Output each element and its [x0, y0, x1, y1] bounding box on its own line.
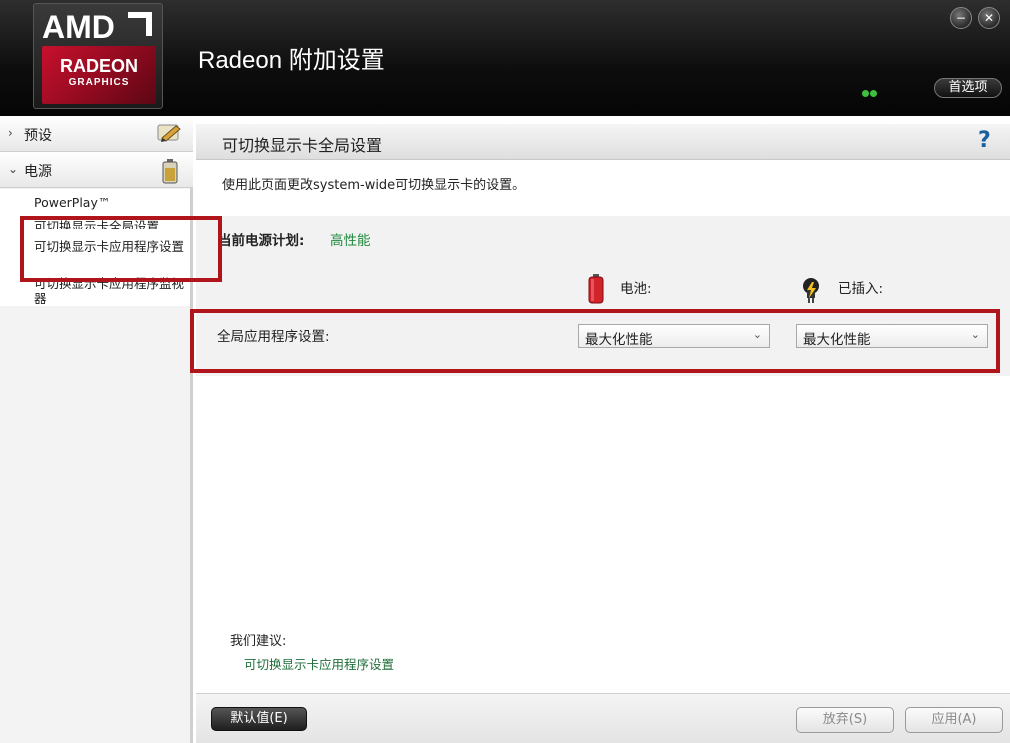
battery-icon	[588, 274, 604, 304]
radeon-logo-text: RADEON	[59, 56, 138, 76]
power-plan-label: 当前电源计划:	[218, 233, 305, 249]
chevron-down-icon: ⌄	[8, 162, 19, 176]
sidebar: › 预设 ⌄ 电源 PowerPlay™ 可切换显示卡全局设置 可切换显示卡应用…	[0, 116, 193, 743]
battery-column-label: 电池:	[620, 281, 652, 297]
battery-icon	[162, 159, 178, 184]
main-panel: 可切换显示卡全局设置 ? 使用此页面更改system-wide可切换显示卡的设置…	[196, 116, 1010, 743]
default-button[interactable]: 默认值(E)	[211, 707, 307, 731]
help-icon[interactable]: ?	[978, 128, 991, 153]
app-title: Radeon 附加设置	[198, 47, 385, 74]
preferences-button[interactable]: 首选项	[934, 78, 1002, 98]
apply-button[interactable]: 应用(A)	[905, 707, 1003, 733]
suggestions-title: 我们建议:	[230, 634, 287, 649]
amd-radeon-logo: AMD RADEON GRAPHICS	[33, 3, 163, 109]
power-plan-value: 高性能	[330, 233, 371, 249]
page-title: 可切换显示卡全局设置	[222, 136, 383, 155]
sidebar-item-power[interactable]: ⌄ 电源	[0, 152, 193, 188]
status-indicator-icon	[862, 82, 880, 97]
app-header: AMD RADEON GRAPHICS Radeon 附加设置 − ✕ 首选项	[0, 0, 1010, 116]
minimize-button[interactable]: −	[950, 7, 972, 29]
chevron-right-icon: ›	[8, 126, 13, 140]
radeon-badge: RADEON GRAPHICS	[42, 46, 156, 104]
footer-bar: 默认值(E) 放弃(S) 应用(A)	[196, 693, 1010, 743]
close-button[interactable]: ✕	[978, 7, 1000, 29]
sidebar-item-label: 电源	[24, 164, 52, 180]
highlight-box-settings	[190, 309, 1000, 373]
power-plug-icon	[803, 278, 819, 303]
amd-arrow-icon	[128, 12, 152, 36]
sidebar-item-powerplay[interactable]: PowerPlay™	[34, 195, 184, 210]
pencil-icon	[157, 124, 181, 142]
sidebar-item-label: 预设	[24, 128, 52, 144]
main-title-bar: 可切换显示卡全局设置 ?	[196, 124, 1010, 160]
page-description: 使用此页面更改system-wide可切换显示卡的设置。	[222, 178, 526, 193]
highlight-box-sidebar	[20, 216, 222, 282]
discard-button[interactable]: 放弃(S)	[796, 707, 894, 733]
plugged-in-column-label: 已插入:	[838, 281, 884, 297]
graphics-logo-text: GRAPHICS	[68, 77, 130, 88]
suggestion-link[interactable]: 可切换显示卡应用程序设置	[244, 654, 394, 673]
sidebar-item-preset[interactable]: › 预设	[0, 116, 193, 152]
